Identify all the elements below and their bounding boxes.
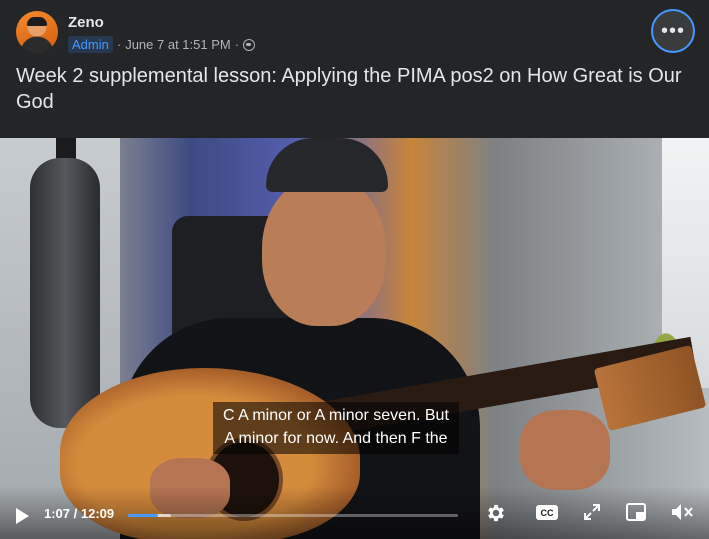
more-options-button[interactable]: ••• — [651, 9, 695, 53]
author-avatar[interactable] — [16, 11, 58, 53]
globe-icon — [243, 38, 256, 51]
ellipsis-icon: ••• — [660, 20, 685, 42]
video-controls: 1:07 / 12:09 CC — [0, 486, 709, 539]
video-scene-microphone — [30, 158, 100, 428]
video-player[interactable]: C A minor or A minor seven. But A minor … — [0, 138, 709, 539]
meta-separator-2: · — [234, 37, 240, 52]
post-meta: Admin · June 7 at 1:51 PM · — [68, 36, 256, 53]
video-scene-person-cap — [266, 138, 388, 192]
subtitle-line-2: A minor for now. And then F the — [224, 430, 448, 447]
video-subtitles: C A minor or A minor seven. But A minor … — [213, 402, 459, 454]
subtitle-line-1: C A minor or A minor seven. But — [223, 407, 449, 424]
play-icon[interactable] — [16, 508, 29, 524]
pip-icon[interactable] — [626, 503, 646, 521]
gear-icon[interactable] — [485, 502, 507, 524]
video-scene-fretting-hand — [520, 410, 610, 490]
post-date[interactable]: June 7 at 1:51 PM — [125, 37, 231, 52]
avatar-cap — [27, 17, 47, 26]
post-card: Zeno Admin · June 7 at 1:51 PM · ••• Wee… — [0, 0, 709, 539]
time-display: 1:07 / 12:09 — [44, 506, 115, 521]
post-caption: Week 2 supplemental lesson: Applying the… — [16, 65, 682, 113]
progress-bar[interactable] — [128, 514, 458, 517]
mute-icon[interactable] — [670, 502, 694, 522]
admin-badge[interactable]: Admin — [68, 36, 113, 53]
video-scene-person-head — [262, 176, 386, 326]
expand-icon[interactable] — [583, 503, 601, 521]
cc-icon[interactable]: CC — [536, 505, 558, 520]
played-bar — [128, 514, 159, 517]
post-header: Zeno Admin · June 7 at 1:51 PM · ••• — [0, 0, 709, 60]
meta-separator: · — [116, 37, 122, 52]
author-name[interactable]: Zeno — [68, 14, 104, 31]
